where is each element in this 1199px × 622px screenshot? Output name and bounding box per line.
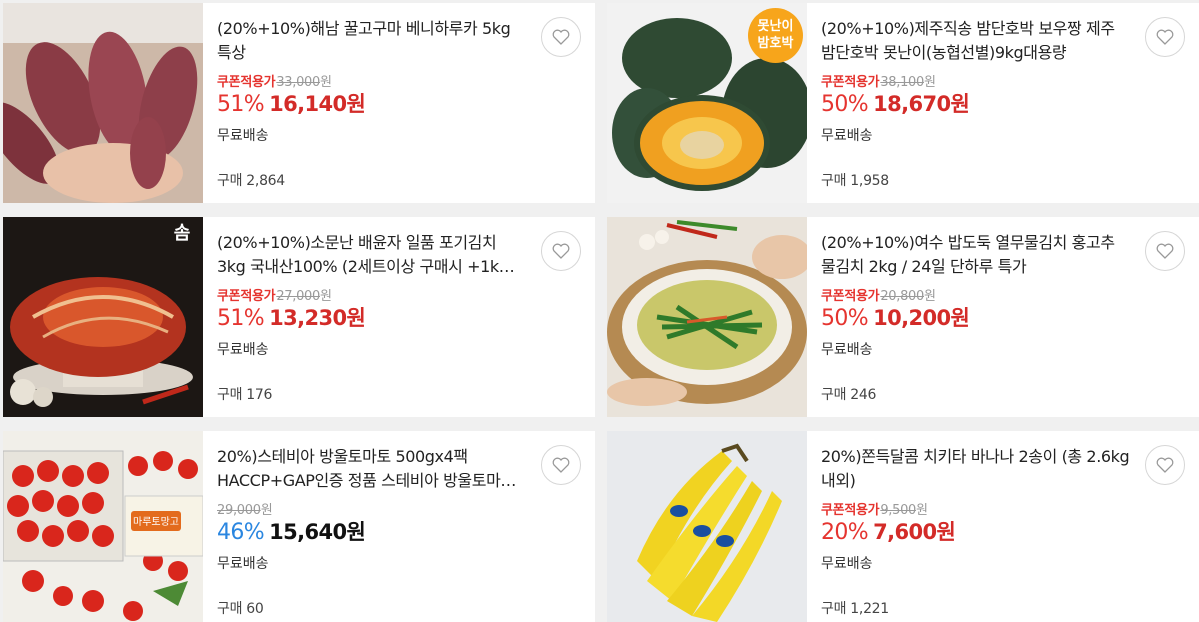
product-card[interactable]: 20%)쫀득달콤 치키타 바나나 2송이 (총 2.6kg내외) 쿠폰적용가9,…	[607, 431, 1199, 622]
sale-price: 15,640원	[269, 520, 366, 544]
price-line: 쿠폰적용가33,000원	[217, 71, 581, 90]
price-line: 쿠폰적용가27,000원	[217, 285, 581, 304]
product-info: 20%)스테비아 방울토마토 500gx4팩 HACCP+GAP인증 정품 스테…	[203, 431, 595, 622]
shipping-info: 무료배송	[821, 342, 873, 358]
original-price: 20,800	[880, 289, 924, 304]
product-card[interactable]: 마루토망고 20%)스테비아 방울토마토 500gx4팩 HACCP+GAP인증…	[3, 431, 595, 622]
product-info: 20%)쫀득달콤 치키타 바나나 2송이 (총 2.6kg내외) 쿠폰적용가9,…	[807, 431, 1199, 622]
original-price: 27,000	[276, 289, 320, 304]
price-line: 29,000원	[217, 499, 581, 518]
purchase-count: 구매 60	[217, 601, 264, 617]
wishlist-button[interactable]	[1145, 231, 1185, 271]
product-info: (20%+10%)해남 꿀고구마 베니하루카 5kg 특상 쿠폰적용가33,00…	[203, 3, 595, 203]
product-image-sweet-potato[interactable]	[3, 3, 203, 203]
sale-price-line: 50% 18,670원	[821, 90, 1185, 118]
ugly-pumpkin-badge: 못난이 밤호박	[748, 8, 803, 63]
sale-price-line: 51% 16,140원	[217, 90, 581, 118]
sale-price-line: 51% 13,230원	[217, 304, 581, 332]
coupon-label: 쿠폰적용가	[217, 289, 276, 304]
shipping-info: 무료배송	[821, 556, 873, 572]
heart-icon	[1156, 243, 1174, 259]
heart-icon	[1156, 29, 1174, 45]
wishlist-button[interactable]	[1145, 17, 1185, 57]
discount-rate: 46%	[217, 520, 265, 545]
product-info: (20%+10%)소문난 배윤자 일품 포기김치 3kg 국내산100% (2세…	[203, 217, 595, 417]
product-card[interactable]: (20%+10%)해남 꿀고구마 베니하루카 5kg 특상 쿠폰적용가33,00…	[3, 3, 595, 203]
sale-price: 13,230원	[269, 306, 366, 330]
sale-price: 10,200원	[873, 306, 970, 330]
product-title[interactable]: (20%+10%)소문난 배윤자 일품 포기김치 3kg 국내산100% (2세…	[217, 231, 527, 279]
product-image-banana[interactable]	[607, 431, 807, 622]
sale-price: 18,670원	[873, 92, 970, 116]
discount-rate: 50%	[821, 306, 869, 331]
product-image-tomato[interactable]: 마루토망고	[3, 431, 203, 622]
sale-price-line: 50% 10,200원	[821, 304, 1185, 332]
price-line: 쿠폰적용가38,100원	[821, 71, 1185, 90]
original-price-unit: 원	[260, 503, 273, 518]
shipping-info: 무료배송	[821, 128, 873, 144]
discount-rate: 50%	[821, 92, 869, 117]
product-grid: (20%+10%)해남 꿀고구마 베니하루카 5kg 특상 쿠폰적용가33,00…	[0, 0, 1199, 622]
pack-label: 마루토망고	[133, 516, 179, 528]
shipping-info: 무료배송	[217, 128, 269, 144]
sale-price: 7,600원	[873, 520, 956, 544]
coupon-label: 쿠폰적용가	[217, 75, 276, 90]
product-title[interactable]: (20%+10%)여수 밥도둑 열무물김치 홍고추 물김치 2kg / 24일 …	[821, 231, 1131, 279]
product-title[interactable]: (20%+10%)해남 꿀고구마 베니하루카 5kg 특상	[217, 17, 527, 65]
product-title[interactable]: 20%)스테비아 방울토마토 500gx4팩 HACCP+GAP인증 정품 스테…	[217, 445, 527, 493]
price-line: 쿠폰적용가20,800원	[821, 285, 1185, 304]
wishlist-button[interactable]	[541, 17, 581, 57]
product-card[interactable]: 솜 (20%+10%)소문난 배윤자 일품 포기김치 3kg 국내산100% (…	[3, 217, 595, 417]
purchase-count: 구매 176	[217, 387, 273, 403]
coupon-label: 쿠폰적용가	[821, 289, 880, 304]
sale-price-line: 20% 7,600원	[821, 518, 1185, 546]
sale-price-line: 46% 15,640원	[217, 518, 581, 546]
product-image-water-kimchi[interactable]	[607, 217, 807, 417]
discount-rate: 20%	[821, 520, 869, 545]
shipping-info: 무료배송	[217, 556, 269, 572]
product-image-pumpkin[interactable]: 못난이 밤호박	[607, 3, 807, 203]
original-price-unit: 원	[924, 289, 936, 304]
brand-logo: 솜	[173, 223, 191, 244]
original-price: 29,000	[217, 503, 261, 518]
wishlist-button[interactable]	[1145, 445, 1185, 485]
discount-rate: 51%	[217, 92, 265, 117]
wishlist-button[interactable]	[541, 445, 581, 485]
original-price-unit: 원	[320, 75, 332, 90]
original-price: 33,000	[276, 75, 320, 90]
product-image-kimchi[interactable]: 솜	[3, 217, 203, 417]
original-price-unit: 원	[924, 75, 936, 90]
shipping-info: 무료배송	[217, 342, 269, 358]
purchase-count: 구매 1,958	[821, 173, 889, 189]
product-title[interactable]: 20%)쫀득달콤 치키타 바나나 2송이 (총 2.6kg내외)	[821, 445, 1131, 493]
heart-icon	[1156, 457, 1174, 473]
original-price-unit: 원	[916, 503, 928, 518]
heart-icon	[552, 29, 570, 45]
purchase-count: 구매 246	[821, 387, 877, 403]
product-card[interactable]: (20%+10%)여수 밥도둑 열무물김치 홍고추 물김치 2kg / 24일 …	[607, 217, 1199, 417]
discount-rate: 51%	[217, 306, 265, 331]
purchase-count: 구매 1,221	[821, 601, 889, 617]
coupon-label: 쿠폰적용가	[821, 503, 880, 518]
product-title[interactable]: (20%+10%)제주직송 밤단호박 보우짱 제주 밤단호박 못난이(농협선별)…	[821, 17, 1131, 65]
purchase-count: 구매 2,864	[217, 173, 285, 189]
coupon-label: 쿠폰적용가	[821, 75, 880, 90]
sale-price: 16,140원	[269, 92, 366, 116]
original-price: 9,500	[880, 503, 917, 518]
heart-icon	[552, 243, 570, 259]
product-info: (20%+10%)제주직송 밤단호박 보우짱 제주 밤단호박 못난이(농협선별)…	[807, 3, 1199, 203]
wishlist-button[interactable]	[541, 231, 581, 271]
price-line: 쿠폰적용가9,500원	[821, 499, 1185, 518]
heart-icon	[552, 457, 570, 473]
original-price-unit: 원	[320, 289, 332, 304]
product-info: (20%+10%)여수 밥도둑 열무물김치 홍고추 물김치 2kg / 24일 …	[807, 217, 1199, 417]
original-price: 38,100	[880, 75, 924, 90]
product-card[interactable]: 못난이 밤호박 (20%+10%)제주직송 밤단호박 보우짱 제주 밤단호박 못난…	[607, 3, 1199, 203]
